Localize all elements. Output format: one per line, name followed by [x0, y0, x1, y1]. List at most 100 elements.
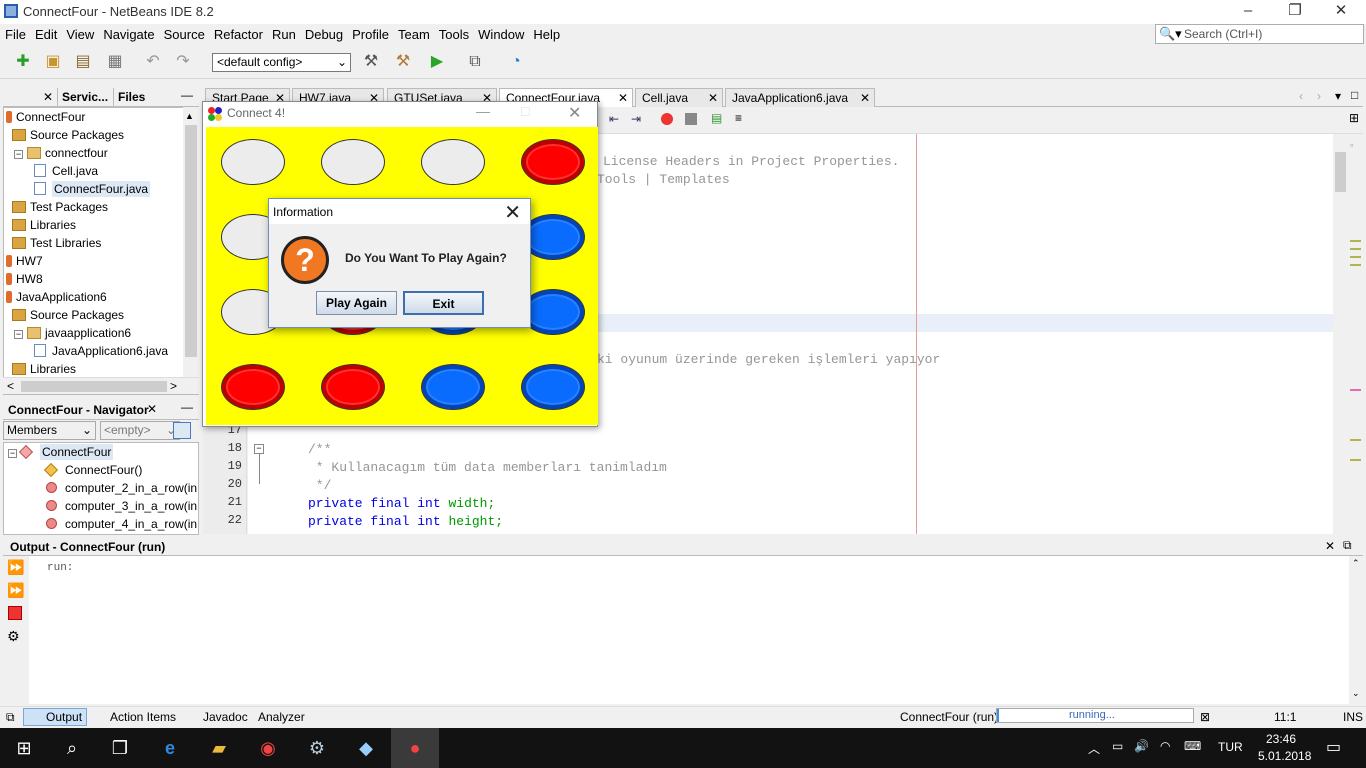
navigator-item[interactable]: computer_3_in_a_row(in	[46, 497, 197, 515]
board-cell-blue[interactable]	[521, 364, 585, 410]
project-node[interactable]: Libraries	[12, 216, 76, 234]
maximize-button[interactable]: □	[521, 103, 529, 119]
minimize-panel-icon[interactable]: —	[181, 88, 193, 102]
tab-list-icon[interactable]: ▾	[1335, 89, 1341, 103]
search-icon[interactable]: ⌕	[48, 728, 96, 768]
menu-help[interactable]: Help	[528, 24, 564, 42]
project-node[interactable]: Source Packages	[12, 306, 124, 324]
collapse-icon[interactable]: −	[14, 330, 23, 339]
minimize-button[interactable]: –	[1225, 0, 1271, 24]
exit-button[interactable]: Exit	[403, 291, 484, 315]
project-node[interactable]: Cell.java	[34, 162, 98, 180]
project-node[interactable]: − javaapplication6	[14, 324, 131, 342]
board-cell-red[interactable]	[221, 364, 285, 410]
play-again-button[interactable]: Play Again	[316, 291, 397, 315]
close-icon[interactable]: ✕	[504, 200, 521, 225]
navigator-item[interactable]: − ConnectFour	[8, 443, 114, 461]
steam-icon[interactable]: ⚙	[293, 728, 341, 768]
project-hscrollbar[interactable]: < >	[3, 377, 199, 394]
scroll-thumb[interactable]	[1335, 152, 1346, 192]
menu-window[interactable]: Window	[473, 24, 528, 42]
wifi-icon[interactable]: ◠	[1160, 739, 1170, 753]
stop-macro-icon[interactable]	[685, 113, 697, 125]
collapse-icon[interactable]: −	[14, 150, 23, 159]
output-area[interactable]: run:	[29, 556, 1349, 704]
close-icon[interactable]: ✕	[708, 91, 718, 105]
comment-icon[interactable]: ▤	[711, 111, 722, 125]
search-box[interactable]: 🔍▾ Search (Ctrl+I)	[1155, 24, 1364, 44]
annotation-mark[interactable]	[1350, 389, 1361, 391]
undo-icon[interactable]: ↶	[142, 51, 164, 73]
windows-start-icon[interactable]: ⊞	[0, 728, 48, 768]
config-select[interactable]: <default config> ⌄	[212, 53, 351, 72]
board-cell-empty[interactable]	[421, 139, 485, 185]
project-node[interactable]: ConnectFour	[6, 108, 85, 126]
restore-icon[interactable]: ⧉	[1343, 538, 1352, 553]
menu-team[interactable]: Team	[393, 24, 434, 42]
close-icon[interactable]: ✕	[147, 402, 157, 416]
keyboard-icon[interactable]: ⌨	[1184, 739, 1201, 753]
new-file-icon[interactable]: ✚	[12, 51, 34, 73]
tab-files[interactable]: Files	[113, 88, 149, 107]
rerun-icon[interactable]: ⏩	[7, 559, 24, 576]
menu-edit[interactable]: Edit	[30, 24, 61, 42]
open-project-icon[interactable]: ▤	[72, 51, 94, 73]
restore-button[interactable]: ❐	[1272, 0, 1318, 24]
cancel-process-icon[interactable]: ⊠	[1200, 710, 1210, 724]
tab-javaapplication6[interactable]: JavaApplication6.java ✕	[725, 88, 875, 107]
file-explorer-icon[interactable]: ▰	[195, 728, 243, 768]
split-icon[interactable]: ⊞	[1349, 111, 1359, 125]
build-icon[interactable]: ⚒	[360, 51, 382, 73]
menu-view[interactable]: View	[61, 24, 98, 42]
project-node[interactable]: Libraries	[12, 360, 76, 378]
status-tab-action-items[interactable]: Action Items	[90, 710, 176, 724]
project-vscrollbar[interactable]: ▲	[183, 107, 199, 377]
project-node[interactable]: Test Libraries	[12, 234, 101, 252]
menu-tools[interactable]: Tools	[434, 24, 473, 42]
project-node[interactable]: HW8	[6, 270, 43, 288]
annotation-mark[interactable]	[1350, 264, 1361, 266]
menu-run[interactable]: Run	[267, 24, 300, 42]
board-cell-red[interactable]	[521, 139, 585, 185]
save-all-icon[interactable]: ▦	[104, 51, 126, 73]
uncomment-icon[interactable]: ≡	[735, 111, 742, 125]
minimize-button[interactable]: —	[476, 103, 490, 119]
menu-file[interactable]: File	[0, 24, 30, 42]
connect4-taskbar-icon[interactable]: ●	[391, 728, 439, 768]
clean-build-icon[interactable]: ⚒	[392, 51, 414, 73]
annotation-mark[interactable]	[1350, 459, 1361, 461]
navigator-item[interactable]: computer_2_in_a_row(in	[46, 479, 197, 497]
project-node[interactable]: JavaApplication6	[6, 288, 107, 306]
netbeans-taskbar-icon[interactable]: ◆	[342, 728, 390, 768]
project-node[interactable]: JavaApplication6.java	[34, 342, 168, 360]
annotation-mark[interactable]	[1350, 240, 1361, 242]
rerun-with-params-icon[interactable]: ⏩	[7, 582, 24, 599]
menu-navigate[interactable]: Navigate	[98, 24, 158, 42]
fold-icon[interactable]: −	[254, 444, 264, 454]
maximize-icon[interactable]: □	[1351, 88, 1358, 102]
clock-date[interactable]: 5.01.2018	[1258, 749, 1311, 763]
scroll-thumb[interactable]	[185, 125, 197, 357]
scroll-tabs-right-icon[interactable]: ›	[1317, 89, 1321, 103]
close-button[interactable]: ✕	[568, 103, 581, 123]
debug-icon[interactable]: ⧉	[464, 51, 486, 73]
tray-expand-icon[interactable]: ︿	[1088, 740, 1100, 757]
scroll-thumb[interactable]	[21, 381, 167, 392]
close-button[interactable]: ✕	[1318, 0, 1364, 24]
status-tab-analyzer[interactable]: Analyzer	[258, 710, 305, 724]
notifications-icon[interactable]: ▭	[1326, 737, 1341, 757]
collapse-icon[interactable]: −	[8, 449, 17, 458]
annotation-mark[interactable]	[1350, 248, 1361, 250]
close-icon[interactable]: ✕	[618, 91, 628, 105]
editor-vscrollbar[interactable]	[1333, 134, 1348, 534]
annotation-mark[interactable]	[1350, 439, 1361, 441]
project-node[interactable]: Test Packages	[12, 198, 108, 216]
board-cell-red[interactable]	[321, 364, 385, 410]
panel-toggle-icon[interactable]: ⧉	[6, 710, 15, 725]
task-view-icon[interactable]: ❐	[96, 728, 144, 768]
output-vscrollbar[interactable]: ⌃ ⌄	[1349, 556, 1363, 704]
annotation-mark[interactable]	[1350, 256, 1361, 258]
shift-left-icon[interactable]: ⇤	[609, 112, 619, 126]
menu-debug[interactable]: Debug	[300, 24, 347, 42]
status-tab-output[interactable]: Output	[23, 708, 88, 726]
